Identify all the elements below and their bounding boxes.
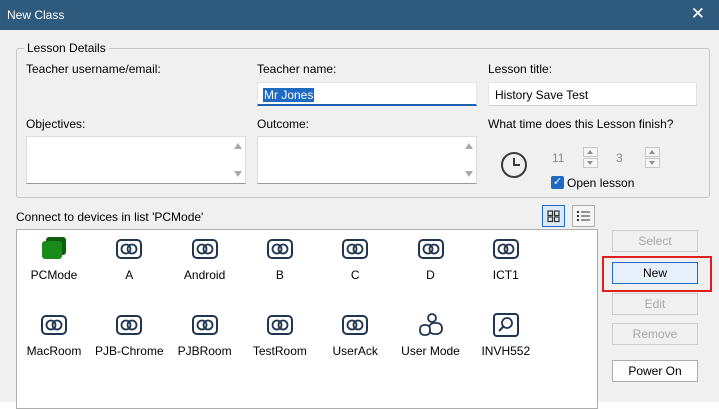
lesson-title-label: Lesson title: [488, 62, 553, 76]
device-group-icon [417, 236, 445, 262]
device-name: C [350, 268, 360, 282]
device-item[interactable]: C [317, 236, 393, 282]
device-name: A [125, 268, 134, 282]
teacher-name-value: Mr Jones [263, 88, 315, 102]
device-item[interactable]: TestRoom [242, 312, 318, 358]
device-name: PJBRoom [177, 344, 232, 358]
devices-list-label: Connect to devices in list 'PCMode' [16, 210, 204, 224]
device-name: MacRoom [26, 344, 82, 358]
finish-hour-spinner[interactable]: 11 [548, 147, 598, 169]
finish-hour-value: 11 [552, 151, 565, 165]
hour-down-arrow[interactable] [583, 158, 598, 168]
clock-icon [501, 152, 527, 178]
device-name: B [275, 268, 284, 282]
minute-up-arrow[interactable] [645, 147, 660, 157]
device-item[interactable]: Android [167, 236, 243, 282]
device-list[interactable]: PCMode A Android B C D ICT1 MacRoom PJB-Chrome PJ… [16, 229, 598, 409]
device-item[interactable]: PCMode [16, 236, 92, 282]
outcome-textarea[interactable] [257, 136, 477, 184]
finish-minute-spinner[interactable]: 3 [612, 147, 660, 169]
list-view-icon [577, 211, 590, 221]
edit-button[interactable]: Edit [612, 293, 698, 315]
list-view-button[interactable] [572, 205, 595, 227]
device-item[interactable]: MacRoom [16, 312, 92, 358]
close-icon[interactable]: ✕ [691, 5, 705, 23]
teacher-username-label: Teacher username/email: [26, 62, 161, 76]
grid-view-button[interactable] [542, 205, 565, 227]
device-item[interactable]: B [242, 236, 318, 282]
power-on-button[interactable]: Power On [612, 360, 698, 382]
open-lesson-label: Open lesson [567, 176, 635, 190]
finish-minute-value: 3 [616, 151, 623, 165]
grid-view-icon [547, 210, 560, 223]
objectives-label: Objectives: [26, 117, 86, 131]
search-device-icon [492, 312, 520, 338]
device-item[interactable]: ICT1 [468, 236, 544, 282]
device-group-icon [341, 312, 369, 338]
device-group-icon [115, 312, 143, 338]
hour-up-arrow[interactable] [583, 147, 598, 157]
scroll-up-icon[interactable] [234, 143, 242, 149]
device-name: INVH552 [481, 344, 531, 358]
device-name: ICT1 [492, 268, 519, 282]
device-name: Android [183, 268, 226, 282]
scroll-up-icon[interactable] [465, 143, 473, 149]
teacher-name-label: Teacher name: [257, 62, 337, 76]
new-button-highlight [602, 256, 712, 292]
device-name: D [426, 268, 435, 282]
device-name: TestRoom [252, 344, 307, 358]
scroll-down-icon[interactable] [234, 171, 242, 177]
device-item[interactable]: PJBRoom [167, 312, 243, 358]
device-group-icon [115, 236, 143, 262]
device-group-icon [191, 312, 219, 338]
objectives-scrollbar[interactable] [231, 137, 245, 183]
minute-down-arrow[interactable] [645, 158, 660, 168]
device-item[interactable]: UserAck [317, 312, 393, 358]
device-name: PCMode [30, 268, 78, 282]
device-group-icon [266, 236, 294, 262]
device-group-icon [341, 236, 369, 262]
outcome-scrollbar[interactable] [462, 137, 476, 183]
select-button[interactable]: Select [612, 230, 698, 252]
device-name: User Mode [401, 344, 460, 358]
device-item[interactable]: INVH552 [468, 312, 544, 358]
lesson-title-field[interactable]: History Save Test [488, 82, 697, 106]
device-group-icon [492, 236, 520, 262]
device-item[interactable]: A [91, 236, 167, 282]
finish-time-label: What time does this Lesson finish? [488, 117, 674, 131]
user-mode-icon [417, 312, 445, 338]
teacher-name-field[interactable]: Mr Jones [257, 82, 477, 106]
device-group-icon [191, 236, 219, 262]
device-item[interactable]: D [393, 236, 469, 282]
device-item[interactable]: PJB-Chrome [91, 312, 167, 358]
title-bar: New Class ✕ [0, 0, 719, 30]
device-name: UserAck [332, 344, 378, 358]
device-group-icon [40, 312, 68, 338]
lesson-details-label: Lesson Details [24, 41, 109, 55]
lesson-title-value: History Save Test [495, 88, 589, 102]
pc-mode-icon [40, 236, 68, 262]
device-group-icon [266, 312, 294, 338]
objectives-textarea[interactable] [26, 136, 246, 184]
open-lesson-checkbox[interactable]: ✓ [551, 176, 564, 189]
outcome-label: Outcome: [257, 117, 310, 131]
device-item[interactable]: User Mode [393, 312, 469, 358]
device-name: PJB-Chrome [94, 344, 164, 358]
remove-button[interactable]: Remove [612, 323, 698, 345]
window-title: New Class [7, 8, 65, 22]
scroll-down-icon[interactable] [465, 171, 473, 177]
